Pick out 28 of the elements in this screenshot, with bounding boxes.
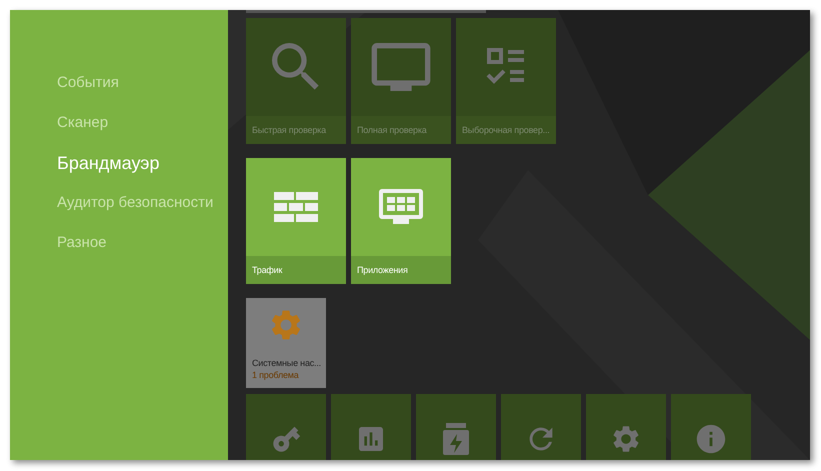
tile[interactable]: Трафик [246, 158, 346, 284]
tile-label: Быстрая проверка [252, 125, 326, 135]
tile[interactable]: Полная проверка [351, 18, 451, 144]
problem-count: 1 проблема [252, 370, 299, 380]
tile[interactable]: Системные нас... 1 проблема [246, 298, 326, 388]
brick-wall-icon [274, 192, 318, 222]
tile[interactable] [331, 394, 411, 460]
tile-label: Выборочная провер... [462, 125, 550, 135]
tile[interactable] [586, 394, 666, 460]
tile[interactable]: Быстрая проверка [246, 18, 346, 144]
sidebar-item[interactable]: Сканер [57, 110, 228, 136]
sidebar-item[interactable]: Аудитор безопасности [57, 190, 228, 216]
tile[interactable] [416, 394, 496, 460]
tile[interactable] [246, 394, 326, 460]
tile-label: Трафик [252, 265, 282, 275]
tile[interactable]: Приложения [351, 158, 451, 284]
tile[interactable] [671, 394, 751, 460]
tile[interactable] [501, 394, 581, 460]
tile-label: Системные нас... [252, 358, 321, 368]
sidebar-item[interactable]: События [57, 70, 228, 96]
monitor-grid-icon [379, 189, 423, 225]
tile-label: Приложения [357, 265, 408, 275]
sidebar-item[interactable]: Разное [57, 230, 228, 256]
info-icon [694, 422, 728, 456]
tile[interactable]: Выборочная провер... [456, 18, 556, 144]
sidebar-item[interactable]: Брандмауэр [57, 150, 228, 176]
tile-label: Полная проверка [357, 125, 427, 135]
jar-bolt-icon [443, 423, 469, 455]
